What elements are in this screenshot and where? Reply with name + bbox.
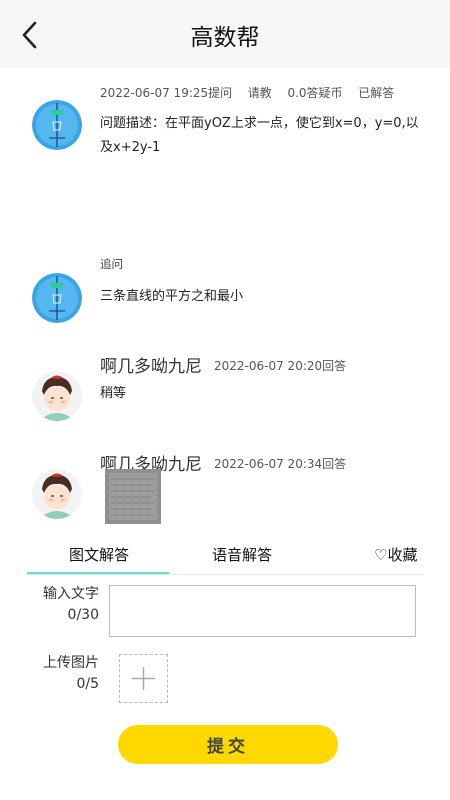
followup-text: 三条直线的平方之和最小 (100, 289, 244, 304)
asker-avatar (32, 100, 82, 150)
favorite-button[interactable]: ♡收藏 (374, 544, 417, 565)
answer-text-input[interactable] (109, 585, 416, 637)
answerer-avatar (32, 469, 82, 519)
plus-icon (132, 667, 155, 690)
answer-mode-tabs: 图文解答 语音解答 ♡收藏 (0, 538, 450, 574)
tab-voice-answer[interactable]: 语音解答 (212, 544, 272, 565)
tab-text-answer[interactable]: 图文解答 (69, 544, 129, 565)
question-status: 已解答 (358, 86, 395, 100)
question-description: 问题描述：在平面yOZ上求一点，使它到x=0，y=0,以及x+2y-1 (100, 116, 419, 155)
answerer-avatar (32, 371, 82, 421)
question-time: 2022-06-07 19:25提问 (100, 86, 233, 100)
answer-time: 2022-06-07 20:20回答 (214, 359, 347, 373)
answerer-name: 啊几多呦九尼 (100, 357, 202, 377)
followup-label: 追问 (100, 257, 123, 271)
question-ask-tag: 请教 (247, 86, 272, 100)
text-input-counter: 0/30 (67, 607, 99, 623)
active-tab-indicator (27, 572, 169, 574)
upload-image-button[interactable] (119, 654, 168, 703)
answer-image-thumbnail[interactable] (105, 469, 161, 524)
page-title: 高数帮 (190, 25, 260, 51)
top-bar: 高数帮 (0, 0, 450, 68)
upload-label-title: 上传图片 (43, 655, 99, 671)
upload-label: 上传图片 0/5 (19, 653, 99, 694)
question-coin: 0.0答疑币 (287, 86, 343, 100)
answer-text: 稍等 (100, 386, 127, 401)
answer-time: 2022-06-07 20:34回答 (214, 457, 347, 471)
question-meta: 2022-06-07 19:25提问 请教 0.0答疑币 已解答 (100, 84, 394, 101)
upload-counter: 0/5 (76, 676, 99, 692)
followup-avatar (32, 273, 82, 323)
text-input-label-title: 输入文字 (43, 586, 99, 602)
text-input-label: 输入文字 0/30 (19, 584, 99, 625)
submit-button[interactable]: 提交 (118, 725, 338, 764)
tab-divider (27, 574, 423, 575)
